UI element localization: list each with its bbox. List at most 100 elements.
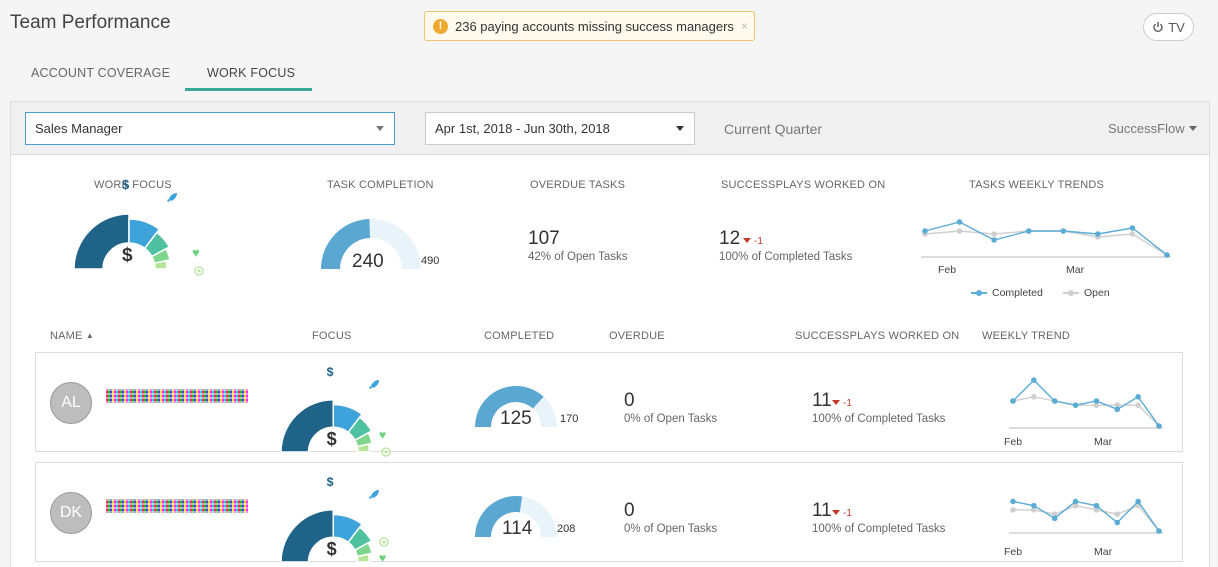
column-overdue[interactable]: OVERDUE bbox=[609, 330, 665, 342]
column-weekly-trend[interactable]: WEEKLY TREND bbox=[982, 330, 1070, 342]
trend-axis-label: Feb bbox=[938, 264, 957, 276]
focus-segment-revenue bbox=[280, 398, 334, 453]
trend-point-completed bbox=[922, 228, 928, 234]
successflow-label: SuccessFlow bbox=[1108, 121, 1185, 136]
center-dollar-icon: $ bbox=[122, 245, 133, 266]
column-name[interactable]: NAME ▲ bbox=[50, 330, 94, 342]
redacted-user-name bbox=[106, 389, 248, 403]
sort-asc-icon: ▲ bbox=[85, 331, 94, 340]
warning-icon: ! bbox=[433, 18, 448, 34]
focus-gauge-svg bbox=[280, 398, 374, 453]
trend-line-open bbox=[1012, 396, 1160, 427]
chevron-down-icon bbox=[676, 126, 684, 131]
legend-swatch-open bbox=[1063, 290, 1079, 296]
successplays-delta: -1 bbox=[832, 398, 852, 409]
trend-point-completed bbox=[1135, 394, 1141, 400]
trend-point-completed bbox=[1010, 398, 1016, 404]
overdue-tasks-value: 107 bbox=[528, 228, 560, 249]
avatar: AL bbox=[50, 382, 92, 424]
task-completion-label: TASK COMPLETION bbox=[327, 179, 434, 191]
successplays-value: 12 bbox=[719, 228, 741, 249]
successflow-dropdown[interactable]: SuccessFlow bbox=[1108, 121, 1197, 136]
rocket-icon bbox=[166, 191, 178, 209]
trend-point-completed bbox=[1025, 228, 1032, 234]
heart-icon: ♥ bbox=[192, 245, 200, 260]
overdue-tasks-label: OVERDUE TASKS bbox=[530, 179, 626, 191]
successplays-delta: -1 bbox=[832, 508, 852, 519]
legend-completed: Completed bbox=[971, 287, 1043, 299]
target-icon bbox=[194, 263, 204, 281]
trend-point-completed bbox=[1156, 528, 1162, 534]
table-row[interactable]: DK 114 208 0 0% of Open Tasks 11 -1 100%… bbox=[35, 462, 1183, 565]
trend-axis-label: Mar bbox=[1066, 264, 1085, 276]
rocket-icon bbox=[368, 488, 380, 506]
successplays-delta: -1 bbox=[743, 236, 763, 247]
trend-point-open bbox=[1114, 511, 1121, 517]
close-icon[interactable]: × bbox=[741, 19, 748, 33]
column-focus[interactable]: FOCUS bbox=[312, 330, 352, 342]
alert-text: 236 paying accounts missing success mana… bbox=[455, 18, 734, 34]
focus-gauge-svg bbox=[280, 508, 374, 563]
rocket-icon bbox=[368, 378, 380, 396]
trend-svg bbox=[1009, 498, 1163, 534]
trend-point-completed bbox=[1135, 498, 1141, 505]
successplays-delta-value: -1 bbox=[843, 508, 852, 519]
column-successplays[interactable]: SUCCESSPLAYS WORKED ON bbox=[795, 330, 959, 342]
heart-icon: ♥ bbox=[378, 428, 387, 443]
trend-svg bbox=[1009, 377, 1163, 429]
gauge-fill bbox=[475, 386, 544, 427]
missing-manager-alert[interactable]: ! 236 paying accounts missing success ma… bbox=[424, 11, 755, 41]
successplays-sub: 100% of Completed Tasks bbox=[812, 523, 946, 535]
date-range-value: Apr 1st, 2018 - Jun 30th, 2018 bbox=[435, 121, 610, 136]
legend-open: Open bbox=[1063, 287, 1110, 299]
center-dollar-icon: $ bbox=[326, 429, 337, 450]
trend-axis-label: Feb bbox=[1004, 436, 1023, 448]
date-range-select[interactable]: Apr 1st, 2018 - Jun 30th, 2018 bbox=[425, 112, 695, 145]
trend-point-completed bbox=[1095, 231, 1101, 237]
successplays-sub: 100% of Completed Tasks bbox=[812, 413, 946, 425]
column-completed[interactable]: COMPLETED bbox=[484, 330, 554, 342]
trend-point-completed bbox=[1072, 498, 1079, 505]
trend-point-open bbox=[1031, 394, 1037, 400]
trend-point-completed bbox=[1072, 402, 1079, 408]
trend-point-completed bbox=[1093, 502, 1100, 509]
table-row[interactable]: AL 125 170 0 0% of Open Tasks 11 -1 100%… bbox=[35, 352, 1183, 458]
trend-point-open bbox=[1135, 402, 1141, 408]
focus-segment-revenue bbox=[73, 213, 130, 270]
power-icon bbox=[1153, 22, 1163, 33]
focus-gauge-svg bbox=[73, 213, 171, 270]
redacted-user-name bbox=[106, 499, 248, 513]
legend-open-label: Open bbox=[1084, 287, 1110, 299]
trend-point-completed bbox=[1051, 515, 1058, 522]
target-icon bbox=[381, 444, 391, 462]
trend-point-completed bbox=[1010, 498, 1016, 505]
overdue-sub: 0% of Open Tasks bbox=[624, 523, 718, 535]
down-arrow-icon bbox=[832, 510, 840, 515]
center-dollar-icon: $ bbox=[326, 539, 337, 560]
tv-mode-button[interactable]: TV bbox=[1143, 13, 1194, 41]
role-select-value: Sales Manager bbox=[35, 121, 123, 136]
weekly-trends-label: TASKS WEEKLY TRENDS bbox=[969, 179, 1105, 191]
overdue-sub: 0% of Open Tasks bbox=[624, 413, 718, 425]
page-title: Team Performance bbox=[10, 12, 171, 33]
successplays-label: SUCCESSPLAYS WORKED ON bbox=[721, 179, 886, 191]
chevron-down-icon bbox=[376, 126, 384, 131]
legend-swatch-completed bbox=[971, 290, 987, 296]
target-icon bbox=[379, 534, 389, 552]
trend-point-completed bbox=[1060, 228, 1067, 234]
successplays-delta-value: -1 bbox=[843, 398, 852, 409]
tv-label: TV bbox=[1168, 19, 1185, 35]
avatar: DK bbox=[50, 492, 92, 534]
down-arrow-icon bbox=[832, 400, 840, 405]
completed-max: 208 bbox=[557, 523, 576, 535]
trend-point-open bbox=[956, 228, 963, 234]
completed-max: 170 bbox=[560, 413, 579, 425]
role-select[interactable]: Sales Manager bbox=[25, 112, 395, 145]
gauge-fill bbox=[321, 219, 371, 269]
successplays-value: 11 bbox=[812, 500, 832, 521]
tab-account-coverage[interactable]: ACCOUNT COVERAGE bbox=[31, 66, 170, 80]
overdue-tasks-sub: 42% of Open Tasks bbox=[528, 251, 628, 263]
tab-work-focus[interactable]: WORK FOCUS bbox=[207, 66, 295, 80]
overdue-value: 0 bbox=[624, 390, 635, 411]
filter-bar: Sales Manager Apr 1st, 2018 - Jun 30th, … bbox=[11, 102, 1209, 155]
